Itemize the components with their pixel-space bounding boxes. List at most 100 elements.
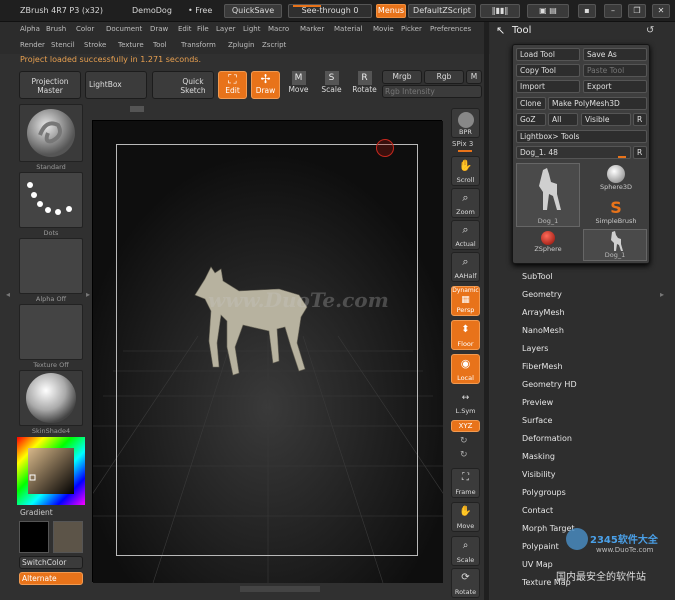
menu-draw[interactable]: Draw <box>150 25 168 33</box>
scroll-button[interactable]: ✋ Scroll <box>451 156 480 186</box>
visible-button[interactable]: Visible <box>581 113 631 126</box>
subpalette-subtool[interactable]: SubTool <box>522 272 553 281</box>
tool-thumb-zsphere[interactable]: ZSphere <box>523 231 573 261</box>
see-through-slider[interactable]: See-through 0 <box>288 4 372 18</box>
actual-button[interactable]: ⌕ Actual <box>451 220 480 250</box>
right-tray-arrow-icon[interactable]: ▸ <box>660 290 664 299</box>
alternate-button[interactable]: Alternate <box>19 572 83 585</box>
subpalette-arraymesh[interactable]: ArrayMesh <box>522 308 565 317</box>
menu-file[interactable]: File <box>197 25 209 33</box>
move-button[interactable]: M Move <box>284 71 313 99</box>
subpalette-morph-target[interactable]: Morph Target <box>522 524 575 533</box>
menu-edit[interactable]: Edit <box>178 25 192 33</box>
subpalette-surface[interactable]: Surface <box>522 416 552 425</box>
tool-thumb-dog-2[interactable]: Dog_1 <box>583 229 647 261</box>
menu-tool[interactable]: Tool <box>153 41 167 49</box>
material-tile[interactable] <box>19 370 83 426</box>
scale-button[interactable]: S Scale <box>317 71 346 99</box>
export-button[interactable]: Export <box>583 80 647 93</box>
menu-brush[interactable]: Brush <box>46 25 66 33</box>
move-view-button[interactable]: ✋ Move <box>451 502 480 532</box>
secondary-color-swatch[interactable] <box>53 521 83 553</box>
brush-standard-tile[interactable] <box>19 104 83 162</box>
menu-macro[interactable]: Macro <box>268 25 289 33</box>
subpalette-visibility[interactable]: Visibility <box>522 470 556 479</box>
subpalette-fibermesh[interactable]: FiberMesh <box>522 362 563 371</box>
alpha-tile[interactable] <box>19 238 83 294</box>
subpalette-contact[interactable]: Contact <box>522 506 553 515</box>
persp-button[interactable]: Dynamic ▦ Persp <box>451 286 480 316</box>
mrgb-button[interactable]: Mrgb <box>382 70 422 84</box>
menu-stencil[interactable]: Stencil <box>51 41 75 49</box>
tool-thumb-dog[interactable]: Dog_1 <box>516 163 580 227</box>
save-icon[interactable]: ▪ <box>578 4 596 18</box>
subpalette-deformation[interactable]: Deformation <box>522 434 572 443</box>
subpalette-uv-map[interactable]: UV Map <box>522 560 553 569</box>
edit-button[interactable]: ⛶ Edit <box>218 71 247 99</box>
texture-tile[interactable] <box>19 304 83 360</box>
menu-color[interactable]: Color <box>76 25 94 33</box>
minimize-icon[interactable]: – <box>604 4 622 18</box>
paste-tool-button[interactable]: Paste Tool <box>583 64 647 77</box>
save-as-button[interactable]: Save As <box>583 48 647 61</box>
menu-stroke[interactable]: Stroke <box>84 41 106 49</box>
subpalette-geometry[interactable]: Geometry <box>522 290 562 299</box>
m-button[interactable]: M <box>466 70 482 84</box>
menu-layer[interactable]: Layer <box>216 25 236 33</box>
scale-view-button[interactable]: ⌕ Scale <box>451 536 480 566</box>
menu-marker[interactable]: Marker <box>300 25 324 33</box>
quick-sketch-button[interactable]: Quick Sketch <box>152 71 214 99</box>
menu-zscript[interactable]: Zscript <box>262 41 286 49</box>
make-polymesh-button[interactable]: Make PolyMesh3D <box>548 97 647 110</box>
tool-palette-title[interactable]: Tool <box>512 25 531 36</box>
subpalette-polypaint[interactable]: Polypaint <box>522 542 559 551</box>
local-button[interactable]: ◉ Local <box>451 354 480 384</box>
all-button[interactable]: All <box>548 113 578 126</box>
lightbox-tools-button[interactable]: Lightbox> Tools <box>516 130 647 143</box>
menu-movie[interactable]: Movie <box>373 25 394 33</box>
stroke-dots-tile[interactable] <box>19 172 83 228</box>
rgb-button[interactable]: Rgb <box>424 70 464 84</box>
goz-button[interactable]: GoZ <box>516 113 546 126</box>
spix-slider[interactable]: SPix 3 <box>452 140 473 148</box>
rotate-view-button[interactable]: ⟳ Rotate <box>451 568 480 598</box>
menu-zplugin[interactable]: Zplugin <box>228 41 254 49</box>
aahalf-button[interactable]: ⌕ AAHalf <box>451 252 480 282</box>
frame-button[interactable]: ⛶ Frame <box>451 468 480 498</box>
rotate-y-icon[interactable]: ↻ <box>460 436 468 446</box>
restore-icon[interactable]: ❐ <box>628 4 646 18</box>
menu-alpha[interactable]: Alpha <box>20 25 40 33</box>
current-tool-slider[interactable]: Dog_1. 48 <box>516 146 631 159</box>
subpalette-masking[interactable]: Masking <box>522 452 555 461</box>
load-tool-button[interactable]: Load Tool <box>516 48 580 61</box>
default-zscript-button[interactable]: DefaultZScript <box>408 4 476 18</box>
palette-reset-icon[interactable]: ↺ <box>646 25 654 36</box>
clone-button[interactable]: Clone <box>516 97 546 110</box>
subpalette-preview[interactable]: Preview <box>522 398 553 407</box>
lsym-button[interactable]: ↔ L.Sym <box>451 392 480 416</box>
r-slider-button[interactable]: R <box>633 146 647 159</box>
bpr-button[interactable]: BPR <box>451 108 480 138</box>
menu-material[interactable]: Material <box>334 25 362 33</box>
subpalette-layers[interactable]: Layers <box>522 344 548 353</box>
palette-icons[interactable]: ▣ ▤ <box>527 4 569 18</box>
rotate-z-icon[interactable]: ↻ <box>460 450 468 460</box>
import-button[interactable]: Import <box>516 80 580 93</box>
left-tray-arrow-icon[interactable]: ◂ <box>6 290 10 299</box>
subpalette-geometry-hd[interactable]: Geometry HD <box>522 380 577 389</box>
left-tray-collapse-icon[interactable]: ▸ <box>86 290 90 299</box>
switchcolor-button[interactable]: SwitchColor <box>19 556 83 569</box>
menu-picker[interactable]: Picker <box>401 25 422 33</box>
primary-color-swatch[interactable] <box>19 521 49 553</box>
xyz-button[interactable]: XYZ <box>451 420 480 432</box>
layout-icon[interactable]: ‖▮▮‖ <box>480 4 520 18</box>
rgb-intensity-slider[interactable]: Rgb Intensity <box>382 85 482 98</box>
menu-document[interactable]: Document <box>106 25 142 33</box>
canvas-scroll-handle[interactable] <box>130 106 144 112</box>
tool-thumb-simplebrush[interactable]: S SimpleBrush <box>591 199 641 229</box>
tool-thumb-sphere3d[interactable]: Sphere3D <box>591 165 641 199</box>
subpalette-polygroups[interactable]: Polygroups <box>522 488 566 497</box>
close-icon[interactable]: ✕ <box>652 4 670 18</box>
subpalette-nanomesh[interactable]: NanoMesh <box>522 326 564 335</box>
menus-toggle[interactable]: Menus <box>376 4 406 18</box>
